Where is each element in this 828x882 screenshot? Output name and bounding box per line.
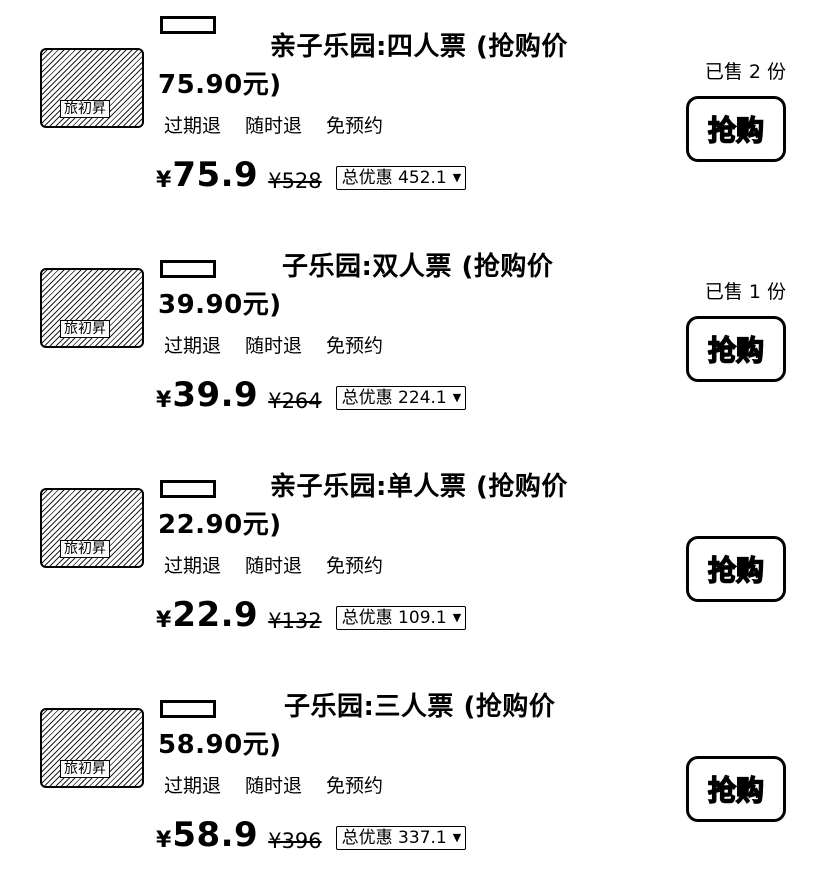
current-price: 58.9: [172, 815, 259, 855]
policy-tag: 免预约: [326, 775, 384, 797]
current-price: 22.9: [172, 595, 259, 635]
deal-title[interactable]: 子乐园:三人票 (抢购价 58.90元): [158, 688, 598, 764]
original-price: ¥132: [268, 609, 322, 633]
discount-label: 总优惠 452.1: [341, 168, 447, 188]
deal-item[interactable]: 旅初昇 子乐园:双人票 (抢购价 39.90元) 过期退 随时退 免预约 ¥ 3…: [0, 220, 828, 440]
deal-title-line1: 亲子乐园:单人票 (抢购价: [270, 472, 568, 502]
original-price: ¥264: [268, 389, 322, 413]
currency-symbol: ¥: [156, 388, 172, 413]
deal-title-line2: 22.90元): [158, 510, 282, 540]
caret-down-icon: ▼: [452, 611, 462, 624]
deal-title-line2: 58.90元): [158, 730, 282, 760]
price-row: ¥ 75.9 ¥528 总优惠 452.1 ▼: [156, 148, 467, 196]
deal-title-line2: 39.90元): [158, 290, 282, 320]
product-thumbnail[interactable]: 旅初昇: [40, 48, 144, 128]
caret-down-icon: ▼: [452, 391, 462, 404]
policy-tag: 随时退: [245, 335, 303, 357]
caret-down-icon: ▼: [452, 171, 462, 184]
deal-item[interactable]: 旅初昇 子乐园:三人票 (抢购价 58.90元) 过期退 随时退 免预约 ¥ 5…: [0, 660, 828, 880]
deal-title-line1: 亲子乐园:四人票 (抢购价: [270, 32, 568, 62]
policy-tag: 免预约: [326, 115, 384, 137]
thumbnail-label: 旅初昇: [60, 540, 110, 558]
deal-item[interactable]: 旅初昇 亲子乐园:四人票 (抢购价 75.90元) 过期退 随时退 免预约 ¥ …: [0, 0, 828, 220]
current-price: 75.9: [172, 155, 259, 195]
policy-tag: 过期退: [164, 115, 222, 137]
deal-title-line2: 75.90元): [158, 70, 282, 100]
buy-now-button[interactable]: 抢购: [686, 316, 786, 382]
discount-dropdown[interactable]: 总优惠 224.1 ▼: [335, 386, 467, 410]
deal-item[interactable]: 旅初昇 亲子乐园:单人票 (抢购价 22.90元) 过期退 随时退 免预约 ¥ …: [0, 440, 828, 660]
deal-title[interactable]: 亲子乐园:四人票 (抢购价 75.90元): [158, 28, 598, 104]
sold-count: 已售 1 份: [704, 281, 786, 303]
current-price: 39.9: [172, 375, 259, 415]
deal-title-line1: 子乐园:三人票 (抢购价: [284, 692, 556, 722]
buy-now-button[interactable]: 抢购: [686, 96, 786, 162]
buy-now-button[interactable]: 抢购: [686, 756, 786, 822]
product-thumbnail[interactable]: 旅初昇: [40, 488, 144, 568]
price-row: ¥ 58.9 ¥396 总优惠 337.1 ▼: [156, 808, 467, 856]
deal-title-line1: 子乐园:双人票 (抢购价: [282, 252, 554, 282]
policy-tag: 随时退: [245, 115, 303, 137]
buy-now-button[interactable]: 抢购: [686, 536, 786, 602]
policy-tag: 随时退: [245, 555, 303, 577]
policy-tag: 过期退: [164, 555, 222, 577]
policy-tag: 免预约: [326, 555, 384, 577]
deal-title[interactable]: 子乐园:双人票 (抢购价 39.90元): [158, 248, 598, 324]
discount-dropdown[interactable]: 总优惠 452.1 ▼: [335, 166, 467, 190]
original-price: ¥528: [268, 169, 322, 193]
policy-tags: 过期退 随时退 免预约: [164, 334, 383, 358]
policy-tag: 随时退: [245, 775, 303, 797]
price-row: ¥ 39.9 ¥264 总优惠 224.1 ▼: [156, 368, 467, 416]
sold-count: 已售 2 份: [704, 61, 786, 83]
policy-tag: 过期退: [164, 775, 222, 797]
currency-symbol: ¥: [156, 828, 172, 853]
thumbnail-label: 旅初昇: [60, 760, 110, 778]
policy-tags: 过期退 随时退 免预约: [164, 554, 383, 578]
original-price: ¥396: [268, 829, 322, 853]
policy-tag: 免预约: [326, 335, 384, 357]
discount-dropdown[interactable]: 总优惠 337.1 ▼: [335, 826, 467, 850]
discount-dropdown[interactable]: 总优惠 109.1 ▼: [335, 606, 467, 630]
caret-down-icon: ▼: [452, 831, 462, 844]
currency-symbol: ¥: [156, 168, 172, 193]
thumbnail-label: 旅初昇: [60, 320, 110, 338]
deal-title[interactable]: 亲子乐园:单人票 (抢购价 22.90元): [158, 468, 598, 544]
thumbnail-label: 旅初昇: [60, 100, 110, 118]
deal-list: 旅初昇 亲子乐园:四人票 (抢购价 75.90元) 过期退 随时退 免预约 ¥ …: [0, 0, 828, 882]
currency-symbol: ¥: [156, 608, 172, 633]
policy-tag: 过期退: [164, 335, 222, 357]
policy-tags: 过期退 随时退 免预约: [164, 774, 383, 798]
discount-label: 总优惠 224.1: [341, 388, 447, 408]
policy-tags: 过期退 随时退 免预约: [164, 114, 383, 138]
product-thumbnail[interactable]: 旅初昇: [40, 268, 144, 348]
price-row: ¥ 22.9 ¥132 总优惠 109.1 ▼: [156, 588, 467, 636]
discount-label: 总优惠 109.1: [341, 608, 447, 628]
discount-label: 总优惠 337.1: [341, 828, 447, 848]
product-thumbnail[interactable]: 旅初昇: [40, 708, 144, 788]
